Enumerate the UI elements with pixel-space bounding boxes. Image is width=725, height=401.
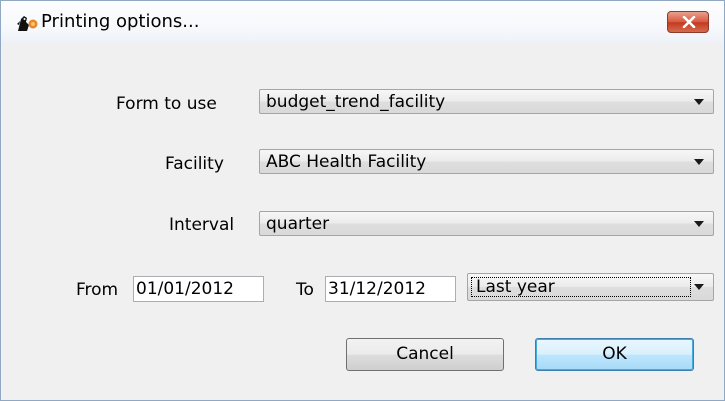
interval-label: Interval xyxy=(169,215,235,235)
chevron-down-icon xyxy=(694,159,704,165)
from-date-input[interactable] xyxy=(134,277,263,301)
cancel-button[interactable]: Cancel xyxy=(346,338,504,371)
facility-label: Facility xyxy=(165,154,224,174)
close-button[interactable] xyxy=(667,11,709,33)
title-bar[interactable]: Printing options... xyxy=(1,1,724,43)
period-select[interactable]: Last year xyxy=(467,273,714,301)
chevron-down-icon xyxy=(694,284,704,290)
from-date-field[interactable] xyxy=(133,276,264,302)
to-date-input[interactable] xyxy=(326,277,455,301)
close-icon xyxy=(682,16,696,28)
printing-options-dialog: Printing options... Form to use budget_t… xyxy=(0,0,725,401)
form-to-use-select[interactable]: budget_trend_facility xyxy=(259,89,714,114)
form-to-use-label: Form to use xyxy=(116,94,217,114)
from-label: From xyxy=(76,280,119,300)
facility-select[interactable]: ABC Health Facility xyxy=(259,149,714,174)
facility-value: ABC Health Facility xyxy=(266,152,427,172)
to-label: To xyxy=(296,280,314,300)
ok-button[interactable]: OK xyxy=(535,338,694,371)
dialog-body: Form to use budget_trend_facility Facili… xyxy=(9,43,716,392)
interval-value: quarter xyxy=(266,214,330,234)
form-to-use-value: budget_trend_facility xyxy=(266,92,446,112)
chevron-down-icon xyxy=(694,221,704,227)
interval-select[interactable]: quarter xyxy=(259,211,714,236)
focus-indicator xyxy=(471,277,691,297)
app-logo-icon xyxy=(15,13,41,33)
chevron-down-icon xyxy=(694,99,704,105)
window-title: Printing options... xyxy=(41,11,200,32)
to-date-field[interactable] xyxy=(325,276,456,302)
